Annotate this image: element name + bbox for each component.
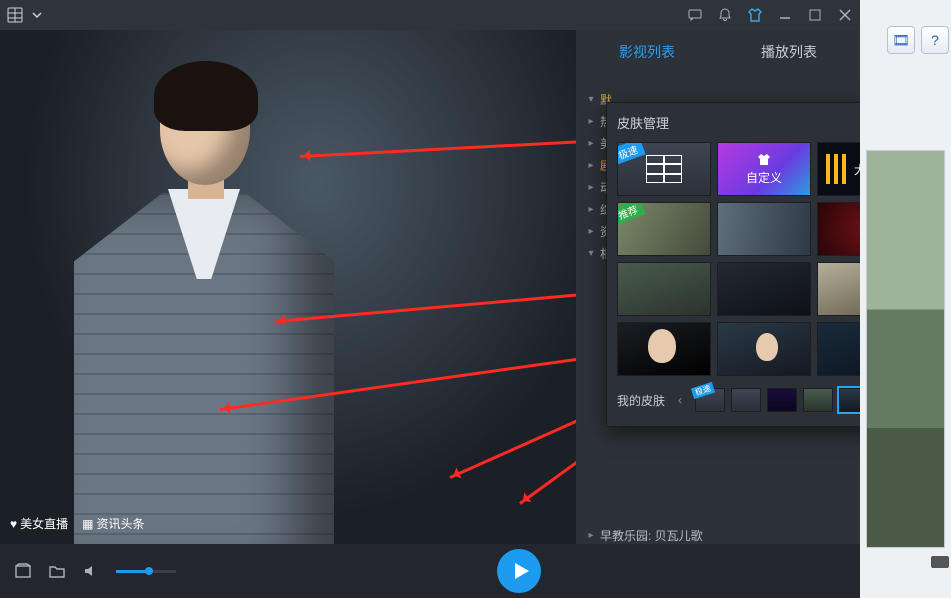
annotation-arrow <box>519 326 576 505</box>
tab-playlist-label: 播放列表 <box>761 42 817 62</box>
volume-icon[interactable] <box>82 562 100 580</box>
minimize-icon[interactable] <box>776 6 794 24</box>
skin-option[interactable] <box>717 262 811 316</box>
skin-option[interactable] <box>817 262 860 316</box>
playlist-item[interactable]: ▸早教乐园: 贝瓦儿歌 <box>586 524 852 544</box>
news-link[interactable]: ▦ 资讯头条 <box>82 515 144 532</box>
recommend-badge: 推荐 <box>617 202 646 225</box>
overlay-links: ♥ 美女直播 ▦ 资讯头条 <box>10 515 145 532</box>
help-label: ? <box>931 32 939 48</box>
skin-grid: 极速 自定义 大片风暴 推荐 <box>617 142 860 376</box>
desktop-thumbnail <box>866 150 945 548</box>
play-button[interactable] <box>497 549 541 593</box>
app-logo-icon <box>6 6 24 24</box>
my-skins-label: 我的皮肤 <box>617 392 665 409</box>
skin-option[interactable] <box>717 202 811 256</box>
fast-badge: 极速 <box>691 382 715 399</box>
fast-badge: 极速 <box>617 142 646 165</box>
comment-icon[interactable] <box>686 6 704 24</box>
news-link-label: 资讯头条 <box>96 515 144 532</box>
skin-option[interactable] <box>617 262 711 316</box>
my-skins-prev-icon[interactable]: ‹ <box>673 388 687 412</box>
side-panel: 影视列表 播放列表 ▾默 ▸热 ▸美 ▸剧 ▸动 ▸综 ▸资 ▾相 ▸早教乐园:… <box>576 30 860 544</box>
tab-movies[interactable]: 影视列表 <box>576 30 718 74</box>
skin-option[interactable]: 推荐 <box>617 202 711 256</box>
panel-tabs: 影视列表 播放列表 <box>576 30 860 74</box>
pager-icon[interactable] <box>931 556 949 568</box>
skin-icon[interactable] <box>746 6 764 24</box>
skin-option[interactable] <box>717 322 811 376</box>
tab-playlist[interactable]: 播放列表 <box>718 30 860 74</box>
close-icon[interactable] <box>836 6 854 24</box>
dropdown-icon[interactable] <box>28 6 46 24</box>
skin-popup: 皮肤管理 ✕ 极速 自定义 <box>606 102 860 427</box>
skin-option[interactable] <box>817 202 860 256</box>
titlebar <box>0 0 860 30</box>
skin-option-custom[interactable]: 自定义 <box>717 142 811 196</box>
volume-slider[interactable] <box>116 570 176 573</box>
player-window: ♥ 美女直播 ▦ 资讯头条 影视列表 播放列表 ▾默 ▸热 ▸美 ▸剧 ▸动 <box>0 0 860 598</box>
skin-option-storm[interactable]: 大片风暴 <box>817 142 860 196</box>
skin-option[interactable] <box>817 322 860 376</box>
dock-help-icon[interactable]: ? <box>921 26 949 54</box>
my-skin-thumb[interactable] <box>839 388 860 412</box>
video-content-figure <box>30 65 330 544</box>
annotation-arrow <box>449 326 576 479</box>
live-link[interactable]: ♥ 美女直播 <box>10 515 68 532</box>
skin-storm-label: 大片风暴 <box>854 161 860 178</box>
desktop-right-area: 🎞 ? <box>860 0 951 598</box>
my-skins-row: 我的皮肤 ‹ 极速 › <box>617 388 860 412</box>
annotation-arrow <box>300 140 576 158</box>
skin-option-default[interactable]: 极速 <box>617 142 711 196</box>
maximize-icon[interactable] <box>806 6 824 24</box>
my-skin-thumb[interactable] <box>731 388 761 412</box>
video-area[interactable]: ♥ 美女直播 ▦ 资讯头条 <box>0 30 576 544</box>
control-bar <box>0 544 860 598</box>
skin-popup-title: 皮肤管理 <box>617 113 669 132</box>
skin-custom-label: 自定义 <box>746 169 782 186</box>
library-icon[interactable] <box>14 562 32 580</box>
heart-icon: ♥ <box>10 517 17 531</box>
news-icon: ▦ <box>82 517 93 531</box>
tab-movies-label: 影视列表 <box>619 42 675 62</box>
playlist-item-label: 早教乐园: 贝瓦儿歌 <box>600 527 703 544</box>
skin-option[interactable] <box>617 322 711 376</box>
my-skin-thumb[interactable] <box>803 388 833 412</box>
bell-icon[interactable] <box>716 6 734 24</box>
my-skin-thumb[interactable]: 极速 <box>695 388 725 412</box>
open-folder-icon[interactable] <box>48 562 66 580</box>
live-link-label: 美女直播 <box>20 515 68 532</box>
my-skin-thumb[interactable] <box>767 388 797 412</box>
dock-film-icon[interactable]: 🎞 <box>887 26 915 54</box>
